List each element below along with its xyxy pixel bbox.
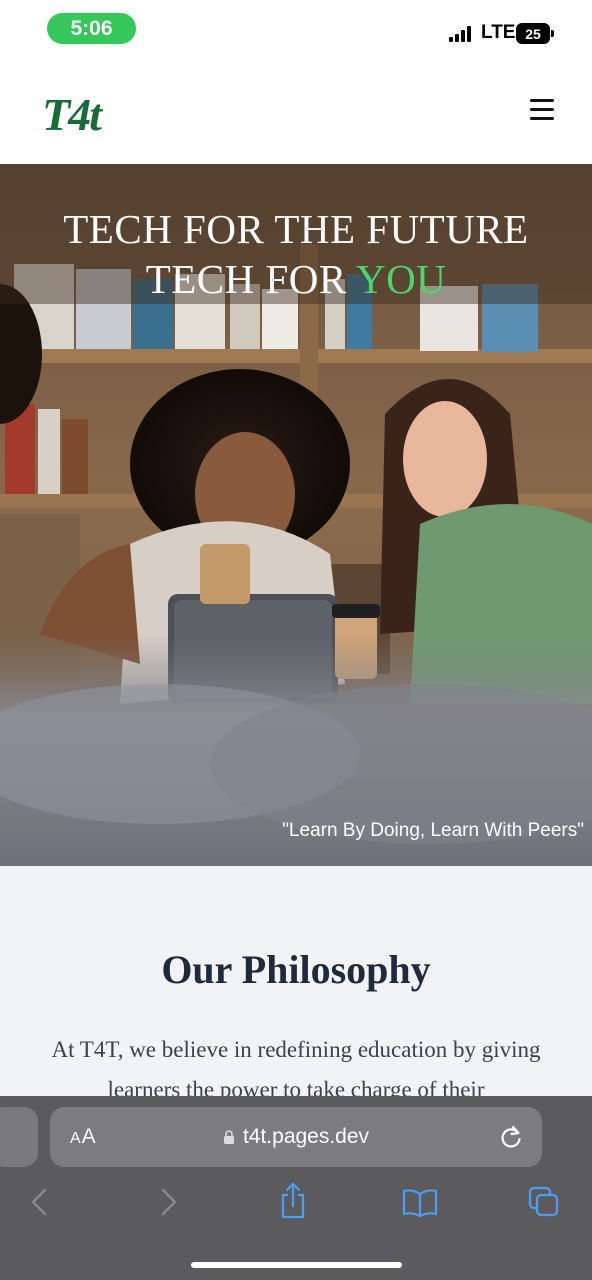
url-text: t4t.pages.dev <box>242 1125 370 1148</box>
forward-chevron-icon[interactable] <box>152 1186 184 1218</box>
share-icon[interactable] <box>277 1182 309 1220</box>
t4t-logo[interactable]: T4t <box>42 88 116 136</box>
hamburger-menu-icon[interactable] <box>530 99 554 121</box>
cellular-signal-icon <box>449 26 473 42</box>
status-bar: 5:06 LTE 25 <box>0 0 592 60</box>
status-time: 5:06 <box>47 13 136 44</box>
reload-icon[interactable] <box>498 1124 524 1150</box>
philosophy-text: At T4T, we believe in redefining educati… <box>51 1037 541 1096</box>
url-display[interactable]: t4t.pages.dev <box>50 1125 542 1149</box>
lock-icon <box>223 1130 234 1144</box>
network-type: LTE <box>481 22 516 43</box>
address-bar[interactable]: AA t4t.pages.dev <box>50 1107 542 1167</box>
hero-banner: TECH FOR THE FUTURE TECH FOR YOU "Learn … <box>0 164 592 866</box>
hero-title-line1: TECH FOR THE FUTURE <box>63 206 529 252</box>
hero-title-prefix: TECH FOR <box>145 256 347 302</box>
home-indicator[interactable] <box>191 1262 402 1268</box>
battery-nub <box>551 30 554 37</box>
tabs-icon[interactable] <box>528 1186 560 1218</box>
section-title: Our Philosophy <box>161 947 431 992</box>
battery-icon: 25 <box>516 23 550 44</box>
hero-title-line2: TECH FOR YOU <box>0 254 592 304</box>
site-header: T4t <box>0 60 592 164</box>
philosophy-section: Our Philosophy At T4T, we believe in red… <box>0 866 592 1096</box>
hero-title: TECH FOR THE FUTURE TECH FOR YOU <box>0 204 592 304</box>
hero-quote: "Learn By Doing, Learn With Peers" <box>282 820 584 841</box>
hero-title-accent: YOU <box>355 256 447 302</box>
previous-tab-preview[interactable] <box>0 1107 38 1167</box>
logo-text: T4t <box>42 89 103 136</box>
back-chevron-icon[interactable] <box>24 1186 56 1218</box>
bookmarks-icon[interactable] <box>402 1188 438 1218</box>
